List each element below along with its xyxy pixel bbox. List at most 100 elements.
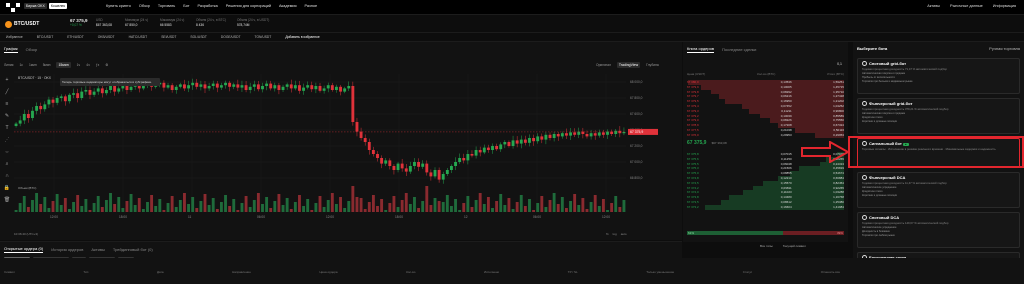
view-original[interactable]: Оригинал bbox=[596, 63, 611, 67]
trash-icon[interactable]: 🗑 bbox=[2, 194, 12, 206]
trendline-icon[interactable]: ╱ bbox=[2, 86, 12, 98]
y-tick-label: 67 600,0 bbox=[630, 112, 643, 116]
volume-bar bbox=[371, 195, 375, 212]
menu-bot[interactable]: Бот bbox=[183, 4, 189, 8]
nav-assets[interactable]: Активы bbox=[927, 4, 940, 8]
view-depth[interactable]: Глубина bbox=[646, 63, 659, 67]
volume-bar bbox=[100, 207, 104, 212]
indicators-icon[interactable]: ƒx bbox=[96, 63, 99, 67]
tf-1s[interactable]: 1с bbox=[19, 63, 22, 67]
menu-corporate[interactable]: Решения для корпораций bbox=[226, 4, 271, 8]
brush-icon[interactable]: ✎ bbox=[2, 110, 12, 122]
tf-5m[interactable]: 5мин bbox=[43, 63, 51, 67]
y-tick-label: 66 800,0 bbox=[630, 176, 643, 180]
settings-icon[interactable]: ⚙ bbox=[105, 63, 108, 67]
volume-bar bbox=[166, 203, 170, 212]
tf-4h[interactable]: 4ч bbox=[86, 63, 90, 67]
tab-order-history[interactable]: История ордеров bbox=[51, 247, 83, 252]
all-types-select[interactable]: Все типы bbox=[760, 244, 773, 248]
menu-misc[interactable]: Разное bbox=[305, 4, 318, 8]
fav-item[interactable]: SEI/USDT bbox=[161, 35, 176, 39]
candle-body bbox=[47, 99, 51, 105]
x-tick-label: 18:00 bbox=[395, 215, 403, 219]
scale-percent[interactable]: % bbox=[606, 232, 609, 236]
fav-item[interactable]: DOGE/USDT bbox=[221, 35, 241, 39]
bot-card-spot-grid[interactable]: Спотовый grid-бот Годовая процентная дох… bbox=[857, 58, 1020, 94]
candle-body bbox=[593, 133, 597, 136]
volume-bar bbox=[560, 197, 564, 212]
tab-overview[interactable]: Обзор bbox=[26, 47, 38, 52]
menu-dev[interactable]: Разработка bbox=[198, 4, 218, 8]
fib-icon[interactable]: ≡ bbox=[2, 98, 12, 110]
candle-body bbox=[72, 93, 75, 95]
menu-academy[interactable]: Академия bbox=[279, 4, 297, 8]
candle-body bbox=[515, 140, 519, 144]
tab-assets[interactable]: Активы bbox=[91, 247, 105, 252]
candlestick-chart[interactable]: 68 000,067 800,067 600,067 400,067 200,0… bbox=[14, 74, 660, 220]
price-chart[interactable]: 68 000,067 800,067 600,067 400,067 200,0… bbox=[14, 74, 660, 220]
tab-orderbook[interactable]: Книга ордеров bbox=[687, 46, 714, 53]
candle-body bbox=[486, 147, 490, 150]
menu-overview[interactable]: Обзор bbox=[139, 4, 150, 8]
text-icon[interactable]: T bbox=[2, 122, 12, 134]
okx-logo[interactable] bbox=[6, 3, 20, 12]
step-select[interactable]: 0,1 bbox=[837, 62, 842, 66]
pattern-icon[interactable]: ⋰ bbox=[2, 134, 12, 146]
volume-bar bbox=[515, 202, 519, 212]
zoom-icon[interactable]: ⌕ bbox=[2, 158, 12, 170]
volume-bar bbox=[113, 204, 117, 212]
fav-item[interactable]: TON/USDT bbox=[255, 35, 272, 39]
tf-15m[interactable]: 15мин bbox=[56, 62, 71, 68]
bot-card-futures-grid[interactable]: Фьючерсный grid-бот Годовая процентная д… bbox=[857, 98, 1020, 134]
fav-item[interactable]: SOL/USDT bbox=[190, 35, 207, 39]
fav-item[interactable]: OKB/USDT bbox=[98, 35, 115, 39]
ask-row[interactable]: 67 376,0 0,29953 0,29953 bbox=[687, 132, 844, 138]
candle-body bbox=[236, 84, 240, 88]
cancel-all-button[interactable]: Отменить все bbox=[821, 270, 840, 274]
scale-auto[interactable]: auto bbox=[621, 232, 627, 236]
volume-bar bbox=[601, 199, 605, 212]
fav-item[interactable]: ETH/USDT bbox=[67, 35, 84, 39]
tab-open-orders[interactable]: Открытые ордера (0) bbox=[4, 246, 44, 253]
volume-bar bbox=[449, 206, 453, 212]
current-symbol-checkbox[interactable]: Текущий символ bbox=[783, 244, 806, 248]
tf-1h[interactable]: 1ч bbox=[77, 63, 81, 67]
lock-icon[interactable]: 🔒 bbox=[2, 182, 12, 194]
fav-item[interactable]: BTC/USDT bbox=[37, 35, 54, 39]
tab-exchange[interactable]: Биржа OKX bbox=[24, 3, 47, 9]
fav-item[interactable]: HATC/USDT bbox=[129, 35, 148, 39]
candle-body bbox=[330, 85, 334, 90]
nav-info[interactable]: Информация bbox=[993, 4, 1016, 8]
scale-log[interactable]: log bbox=[613, 232, 617, 236]
volume-bar bbox=[573, 194, 577, 212]
volume-bar bbox=[589, 202, 593, 212]
tab-trades[interactable]: Последние сделки bbox=[722, 47, 756, 52]
candle-body bbox=[433, 170, 437, 177]
volume-bar bbox=[622, 200, 626, 212]
measure-icon[interactable]: ⇔ bbox=[2, 146, 12, 158]
bot-card-futures-dca[interactable]: Фьючерсный DCA Годовая процентная доходн… bbox=[857, 172, 1020, 208]
bot-card-spot-dca[interactable]: Спотовый DCA Годовая процентная доходнос… bbox=[857, 212, 1020, 248]
tf-line[interactable]: Линия bbox=[4, 63, 13, 67]
menu-buy-crypto[interactable]: Купить криптo bbox=[106, 4, 131, 8]
add-favorite-button[interactable]: Добавить в избранное bbox=[285, 35, 319, 39]
manual-trading-select[interactable]: Ручная торговля bbox=[989, 46, 1020, 51]
pair-symbol[interactable]: BTC/USDT bbox=[14, 21, 39, 27]
menu-trade[interactable]: Торговать bbox=[158, 4, 175, 8]
bid-row[interactable]: 67 373,2 0,16604 1,41984 bbox=[687, 204, 844, 210]
volume-bar bbox=[195, 208, 199, 212]
candle-body bbox=[174, 86, 178, 90]
volume-bar bbox=[593, 195, 597, 212]
tab-chart[interactable]: График bbox=[4, 46, 18, 53]
crosshair-icon[interactable]: + bbox=[2, 74, 12, 86]
view-tradingview[interactable]: TradingView bbox=[616, 62, 641, 68]
volume-bar bbox=[330, 193, 334, 212]
tab-trading-bot[interactable]: Трейдинговый бот (0) bbox=[113, 247, 153, 252]
candle-body bbox=[298, 85, 301, 91]
tab-wallet[interactable]: Кошелек bbox=[48, 3, 68, 9]
tf-1m[interactable]: 1мин bbox=[29, 63, 37, 67]
magnet-icon[interactable]: ∩ bbox=[2, 170, 12, 182]
candle-body bbox=[306, 85, 310, 88]
nav-market-data[interactable]: Рыночные данные bbox=[950, 4, 983, 8]
candle-body bbox=[544, 134, 548, 140]
